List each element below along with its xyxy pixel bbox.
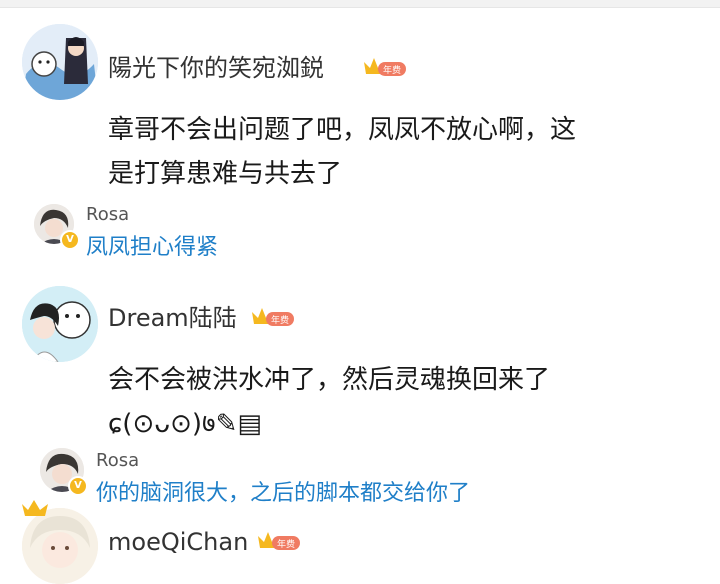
avatar-image [22,24,98,100]
reply-username[interactable]: Rosa [96,450,139,472]
verified-badge-icon: V [68,476,88,496]
comment-username[interactable]: Dream陆陆 [108,304,237,332]
avatar-image [22,286,98,362]
comment-text-line: 章哥不会出问题了吧，凤凤不放心啊，这 [108,115,577,145]
comment-text-line: 是打算患难与共去了 [108,159,343,189]
reply-username[interactable]: Rosa [86,204,129,226]
vip-badge-label: 年费 [271,314,289,326]
comment-text-line: 会不会被洪水冲了，然后灵魂换回来了 [108,365,551,395]
reply-text[interactable]: 凤凤担心得紧 [86,234,218,262]
top-divider [0,0,720,8]
reply-text[interactable]: 你的脑洞很大，之后的脚本都交给你了 [96,480,470,508]
vip-badge-label: 年费 [277,538,295,550]
vip-crown-icon: 年费 [256,528,302,558]
crown-icon [20,498,50,522]
verified-badge-icon: V [60,230,80,250]
comment-text: 会不会被洪水冲了，然后灵魂换回来了 ɕ(⊙ᴗ⊙)७✎▤ [108,358,708,446]
comment-username[interactable]: moeQiChan [108,528,248,556]
avatar[interactable] [22,286,98,362]
comment-text: 章哥不会出问题了吧，凤凤不放心啊，这 是打算患难与共去了 [108,108,708,196]
comment-text-line: ɕ(⊙ᴗ⊙)७✎▤ [108,409,262,439]
vip-crown-icon: 年费 [362,54,408,84]
avatar[interactable] [22,24,98,100]
comment-username[interactable]: 陽光下你的笑宛洳鋭 [108,54,324,82]
vip-crown-icon: 年费 [250,304,296,334]
vip-badge-label: 年费 [383,64,401,76]
